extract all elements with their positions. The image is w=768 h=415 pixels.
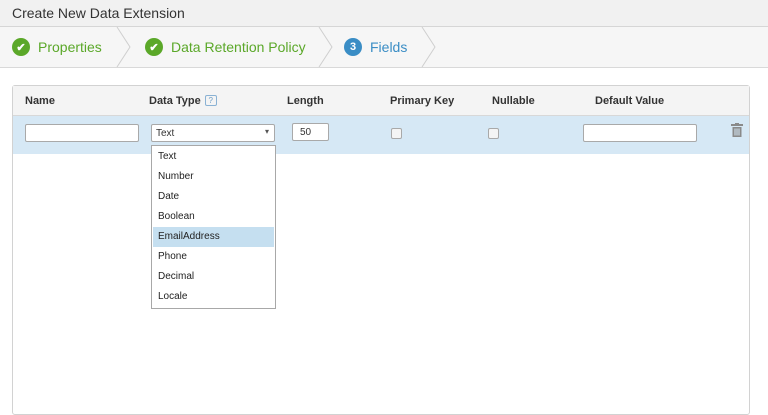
header-name: Name <box>25 95 55 107</box>
primary-key-checkbox[interactable] <box>391 128 402 139</box>
data-type-selected: Text <box>156 128 175 139</box>
header-data-type-label: Data Type <box>149 95 201 107</box>
check-circle-icon: ✔ <box>12 38 30 56</box>
option-boolean[interactable]: Boolean <box>153 207 274 227</box>
step-divider <box>421 27 436 67</box>
chevron-down-icon: ▾ <box>264 127 269 136</box>
data-type-select[interactable]: Text ▾ <box>151 124 275 142</box>
step-divider <box>116 27 131 67</box>
step-properties-label: Properties <box>38 39 102 55</box>
option-date[interactable]: Date <box>153 187 274 207</box>
header-primary-key: Primary Key <box>390 95 455 107</box>
option-text[interactable]: Text <box>153 147 274 167</box>
option-locale[interactable]: Locale <box>153 287 274 307</box>
option-email-address[interactable]: EmailAddress <box>153 227 274 247</box>
table-row[interactable]: Text ▾ 50 <box>13 116 749 154</box>
step-fields[interactable]: 3 Fields <box>344 27 407 67</box>
nullable-checkbox[interactable] <box>488 128 499 139</box>
step-data-retention[interactable]: ✔ Data Retention Policy <box>145 27 306 67</box>
option-number[interactable]: Number <box>153 167 274 187</box>
fields-grid: Name Data Type? Length Primary Key Nulla… <box>12 85 750 415</box>
check-circle-icon: ✔ <box>145 38 163 56</box>
window-title: Create New Data Extension <box>12 5 185 21</box>
header-nullable: Nullable <box>492 95 535 107</box>
grid-header: Name Data Type? Length Primary Key Nulla… <box>13 86 749 116</box>
help-icon[interactable]: ? <box>204 95 217 106</box>
number-circle-icon: 3 <box>344 38 362 56</box>
option-decimal[interactable]: Decimal <box>153 267 274 287</box>
header-default-value: Default Value <box>595 95 665 107</box>
wizard-steps: ✔ Properties ✔ Data Retention Policy 3 F… <box>0 27 768 68</box>
length-input[interactable]: 50 <box>292 123 329 141</box>
title-bar: Create New Data Extension <box>0 0 768 27</box>
trash-icon[interactable] <box>731 123 743 137</box>
name-input[interactable] <box>25 124 139 142</box>
step-fields-label: Fields <box>370 39 408 55</box>
header-data-type: Data Type? <box>149 95 217 107</box>
default-value-input[interactable] <box>583 124 697 142</box>
header-length: Length <box>287 95 324 107</box>
step-properties[interactable]: ✔ Properties <box>12 27 102 67</box>
step-data-retention-label: Data Retention Policy <box>171 39 306 55</box>
step-divider <box>318 27 333 67</box>
option-phone[interactable]: Phone <box>153 247 274 267</box>
data-type-dropdown: Text Number Date Boolean EmailAddress Ph… <box>151 145 276 309</box>
